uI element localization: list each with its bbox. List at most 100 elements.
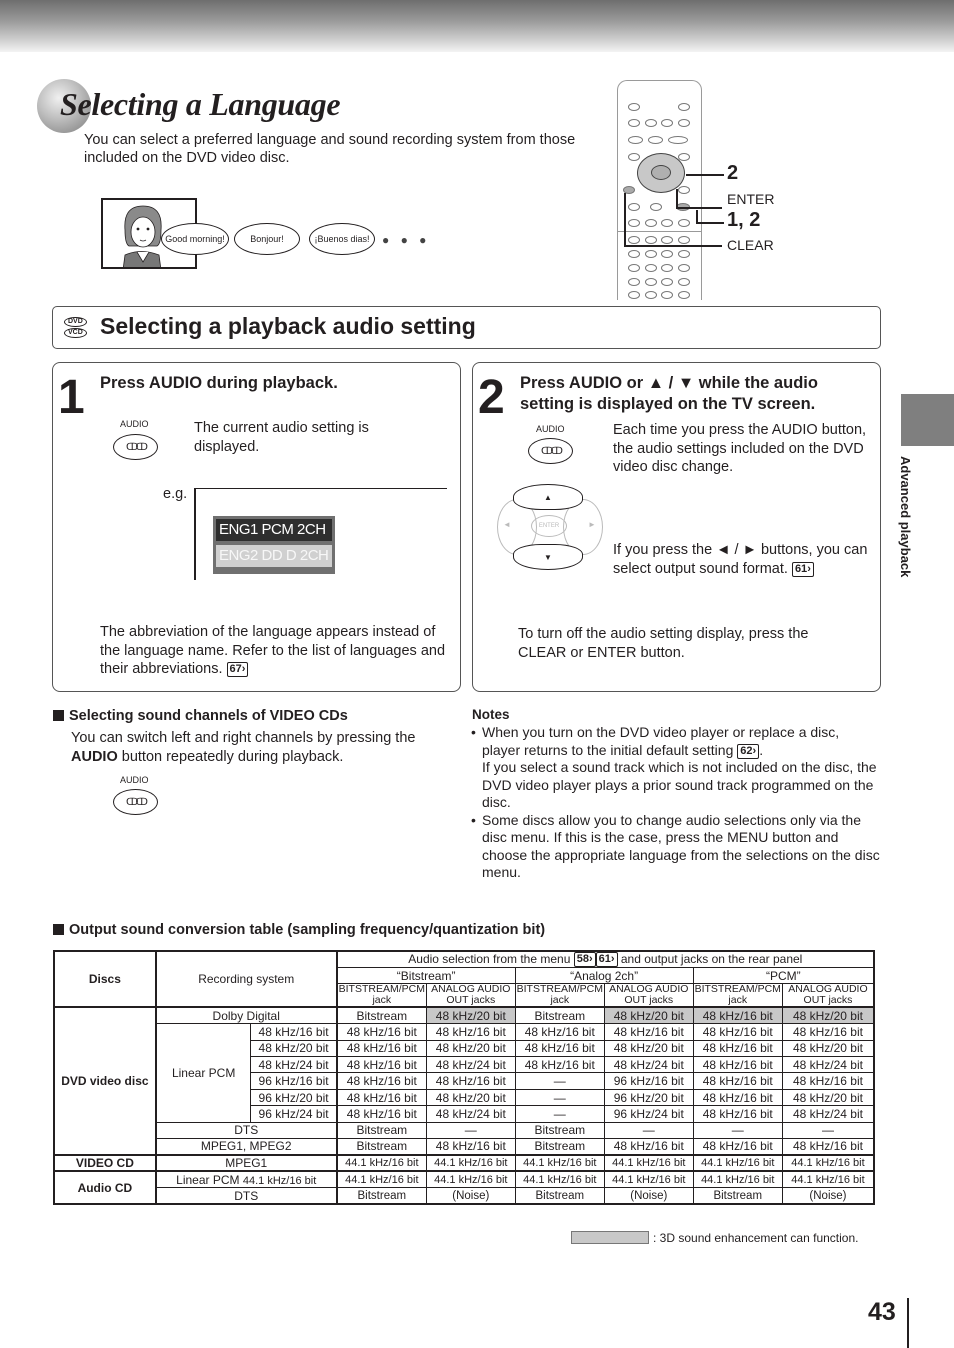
subformat-cell: 48 kHz/16 bit	[250, 1023, 338, 1041]
up-arrow-button: ▲	[513, 484, 583, 510]
page-ref-link[interactable]: 61	[595, 952, 618, 967]
value-cell: 48 kHz/16 bit	[692, 1056, 783, 1074]
value-cell: 48 kHz/20 bit	[603, 1039, 694, 1058]
system-cell: MPEG1, MPEG2	[154, 1138, 338, 1156]
callout-line	[686, 174, 724, 176]
osd-line-current: ENG1 PCM 2CH	[216, 519, 332, 541]
value-cell: 44.1 kHz/16 bit	[425, 1170, 516, 1189]
highlight-legend-text: : 3D sound enhancement can function.	[653, 1231, 859, 1245]
callout-line	[676, 189, 678, 207]
page-ref-link[interactable]: 58	[573, 952, 596, 967]
value-cell: 48 kHz/20 bit	[425, 1088, 516, 1107]
chapter-label: Advanced playback	[898, 456, 913, 578]
conversion-table: Discs Recording system Audio selection f…	[53, 950, 875, 1206]
value-cell: 48 kHz/16 bit	[514, 1039, 605, 1058]
value-cell: 48 kHz/16 bit	[692, 1072, 783, 1090]
value-cell: 48 kHz/20 bit	[781, 1088, 875, 1107]
value-cell: Bitstream	[335, 1006, 427, 1025]
subformat-cell: 48 kHz/20 bit	[250, 1039, 338, 1058]
value-cell: Bitstream	[335, 1121, 427, 1140]
value-cell: 48 kHz/24 bit	[781, 1105, 875, 1123]
square-bullet-icon	[53, 710, 64, 721]
speech-bubble: ¡Buenos dias!	[309, 223, 375, 255]
dpad-illustration: ▲ ▼ ◄ ► ENTER	[497, 484, 603, 570]
header-discs: Discs	[53, 950, 157, 1009]
note-item: When you turn on the DVD video player or…	[471, 724, 881, 812]
callout-line	[624, 193, 626, 246]
value-cell: 44.1 kHz/16 bit	[603, 1154, 694, 1173]
step2-heading-line2: setting is displayed on the TV screen.	[520, 395, 816, 413]
value-cell: —	[781, 1121, 875, 1140]
step1-number: 1	[58, 371, 85, 424]
value-cell: 44.1 kHz/16 bit	[335, 1170, 427, 1189]
value-cell: 48 kHz/16 bit	[692, 1138, 783, 1156]
value-cell: 44.1 kHz/16 bit	[425, 1154, 516, 1173]
dvd-badge: DVD	[64, 317, 87, 327]
page-ref-link[interactable]: 67	[226, 662, 249, 677]
header-audio-selection: Audio selection from the menu 5861 and o…	[335, 950, 875, 968]
value-cell: 48 kHz/16 bit	[335, 1088, 427, 1107]
value-cell: 96 kHz/16 bit	[603, 1072, 694, 1090]
value-cell: (Noise)	[781, 1187, 875, 1205]
value-cell: 44.1 kHz/16 bit	[335, 1154, 427, 1173]
step2-heading-line1: Press AUDIO or ▲ / ▼ while the audio	[520, 374, 818, 392]
value-cell: 44.1 kHz/16 bit	[603, 1170, 694, 1189]
value-cell: 44.1 kHz/16 bit	[781, 1170, 875, 1189]
callout-line	[696, 222, 724, 224]
header-mode-analog: “Analog 2ch”	[514, 966, 694, 985]
vcd-text: You can switch left and right channels b…	[71, 730, 416, 765]
value-cell: 44.1 kHz/16 bit	[692, 1154, 783, 1173]
value-cell: —	[603, 1121, 694, 1140]
value-cell: (Noise)	[603, 1187, 694, 1205]
value-cell: 48 kHz/16 bit	[781, 1072, 875, 1090]
notes-heading: Notes	[472, 707, 510, 722]
table-heading: Output sound conversion table (sampling …	[53, 922, 545, 938]
audio-button-label: AUDIO	[536, 424, 565, 434]
osd-line-next: ENG2 DD D 2CH	[216, 545, 332, 567]
step1-footnote: The abbreviation of the language appears…	[100, 623, 455, 679]
page-ref-link[interactable]: 62	[737, 743, 760, 759]
callout-step12: 1, 2	[727, 209, 761, 231]
value-cell: 48 kHz/16 bit	[425, 1072, 516, 1090]
table-row: DVD video disc Dolby Digital Bitstream 48 k…	[53, 1006, 875, 1156]
value-cell: 48 kHz/20 bit	[781, 1006, 875, 1025]
notes-list: When you turn on the DVD video player or…	[471, 724, 881, 882]
header-jack-analog: ANALOG AUDIO OUT jacks	[781, 983, 875, 1009]
value-cell: 48 kHz/16 bit	[425, 1138, 516, 1156]
callout-line	[676, 207, 722, 209]
system-cell: MPEG1	[154, 1154, 338, 1173]
value-cell: 48 kHz/16 bit	[514, 1023, 605, 1041]
left-arrow-icon: ◄	[503, 520, 511, 529]
subformat-cell: 96 kHz/24 bit	[250, 1105, 338, 1123]
value-cell: 48 kHz/16 bit	[692, 1039, 783, 1058]
audio-button-label: AUDIO	[120, 775, 149, 785]
square-bullet-icon	[53, 924, 64, 935]
value-cell: 48 kHz/16 bit	[692, 1023, 783, 1041]
value-cell: 96 kHz/20 bit	[603, 1088, 694, 1107]
table-row: Linear PCM 48 kHz/16 bit 48 kHz/16 bit 48 k…	[54, 1023, 875, 1123]
callout-line	[624, 245, 722, 247]
callout-line	[696, 210, 698, 222]
value-cell: 48 kHz/24 bit	[781, 1056, 875, 1074]
value-cell: Bitstream	[514, 1121, 605, 1140]
value-cell: 48 kHz/16 bit	[692, 1105, 783, 1123]
value-cell: 48 kHz/16 bit	[603, 1138, 694, 1156]
enter-button-icon: ENTER	[531, 515, 567, 537]
value-cell: 48 kHz/16 bit	[335, 1056, 427, 1074]
value-cell: —	[514, 1072, 605, 1090]
value-cell: 96 kHz/24 bit	[603, 1105, 694, 1123]
page-ref-link[interactable]: 61	[791, 561, 814, 577]
chapter-tab	[901, 394, 954, 446]
value-cell: 48 kHz/16 bit	[335, 1105, 427, 1123]
section-title: Selecting a playback audio setting	[100, 313, 476, 339]
callout-step2: 2	[727, 162, 739, 184]
header-jack-analog: ANALOG AUDIO OUT jacks	[603, 983, 694, 1009]
intro-text: You can select a preferred language and …	[84, 132, 576, 166]
right-arrow-icon: ►	[588, 520, 596, 529]
step2-description: Each time you press the AUDIO button, th…	[613, 422, 867, 475]
value-cell: 48 kHz/24 bit	[603, 1056, 694, 1074]
header-gradient-bar	[0, 0, 954, 52]
value-cell: 48 kHz/20 bit	[781, 1039, 875, 1058]
header-mode-bitstream: “Bitstream”	[335, 966, 516, 985]
header-jack-bitstream: BITSTREAM/PCM jack	[692, 983, 783, 1009]
